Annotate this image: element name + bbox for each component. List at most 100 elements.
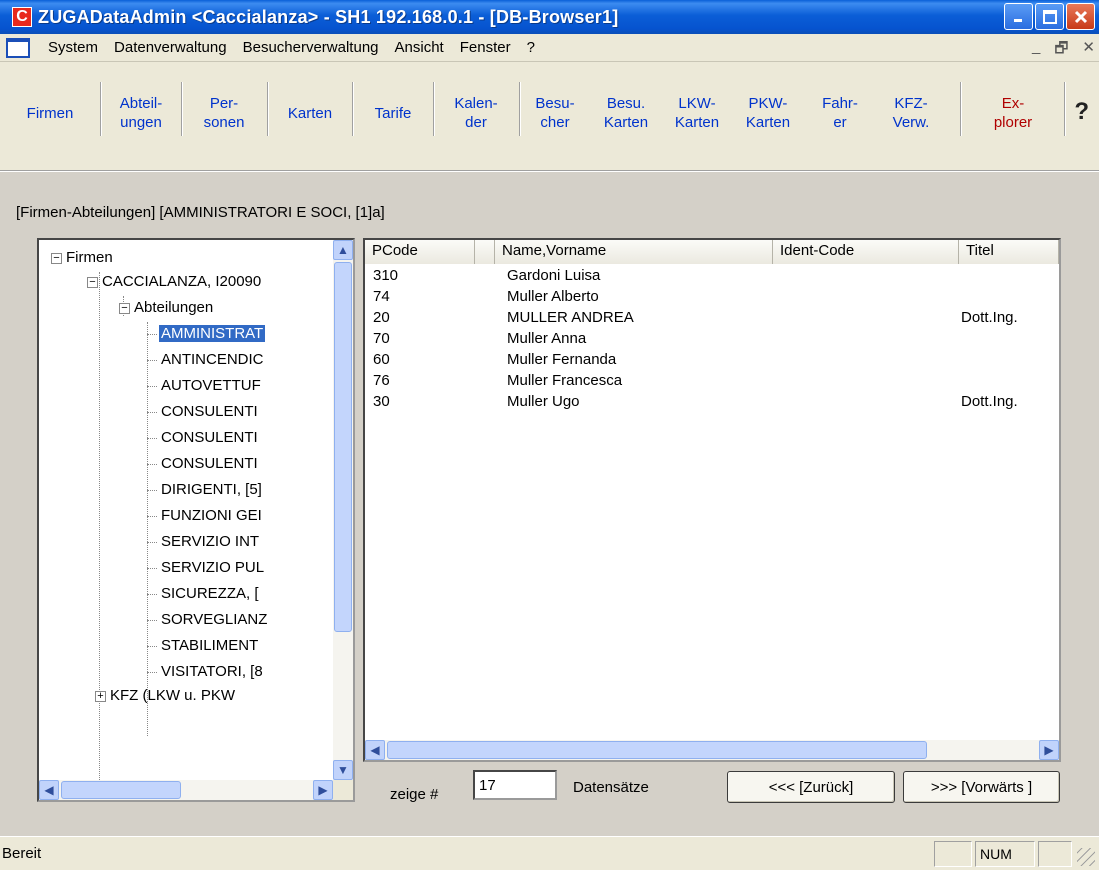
record-list[interactable]: PCode Name,Vorname Ident-Code Titel 310 … [363,238,1061,762]
tree-item-department[interactable]: FUNZIONI GEI [161,504,262,528]
table-row[interactable]: 30 Muller Ugo Dott.Ing. [365,392,1059,413]
cell-pcode: 76 [373,372,390,389]
tree-item-department[interactable]: CONSULENTI [161,426,258,450]
scroll-thumb[interactable] [61,781,181,799]
title-bar[interactable]: C ZUGADataAdmin <Caccialanza> - SH1 192.… [0,0,1099,34]
tree-node-company[interactable]: − CACCIALANZA, I20090 [87,270,261,294]
tree-label-kfz: KFZ (LKW u. PKW [110,687,236,704]
scroll-right-icon[interactable]: ▶ [313,780,333,800]
column-header-titel[interactable]: Titel [959,240,1059,264]
table-row[interactable]: 60 Muller Fernanda [365,350,1059,371]
toolbar-fahrer-button[interactable]: Fahr- er [806,82,874,144]
minimize-icon [1013,18,1022,22]
forward-button[interactable]: >>> [Vorwärts ] [903,771,1060,803]
list-horizontal-scrollbar[interactable]: ◀ ▶ [365,740,1059,760]
menu-system[interactable]: System [40,39,106,56]
column-header-name[interactable]: Name,Vorname [495,240,773,264]
tree-view[interactable]: − Firmen − CACCIALANZA, I20090 − Abteilunge… [37,238,355,802]
tree-label: ANTINCENDIC [161,351,264,368]
cell-pcode: 74 [373,288,390,305]
scroll-thumb[interactable] [334,262,352,632]
close-button[interactable] [1066,3,1095,30]
cell-titel: Dott.Ing. [961,393,1018,410]
menu-besucherverwaltung[interactable]: Besucherverwaltung [235,39,387,56]
mdi-restore-icon[interactable]: 🗗 [1054,38,1068,63]
scroll-up-icon[interactable]: ▲ [333,240,353,260]
tree-horizontal-scrollbar[interactable]: ◀ ▶ [39,780,333,800]
tree-item-department[interactable]: CONSULENTI [161,452,258,476]
toolbar-abteilungen-button[interactable]: Abteil- ungen [104,82,178,144]
scroll-right-icon[interactable]: ▶ [1039,740,1059,760]
document-icon[interactable] [6,37,30,58]
toolbar-besu-karten-button[interactable]: Besu. Karten [590,82,662,144]
tree-item-department[interactable]: CONSULENTI [161,400,258,424]
toolbar-lkw-karten-label: LKW- Karten [674,95,720,131]
expand-icon[interactable]: + [95,690,106,702]
tree-item-department[interactable]: SERVIZIO PUL [161,556,264,580]
toolbar-tarife-button[interactable]: Tarife [355,82,431,144]
tree-item-department[interactable]: SORVEGLIANZ [161,608,267,632]
tree-vertical-scrollbar[interactable]: ▲ ▼ [333,240,353,780]
back-button[interactable]: <<< [Zurück] [727,771,895,803]
tree-item-department[interactable]: ANTINCENDIC [161,348,264,372]
status-pane-num: NUM [975,841,1035,867]
scroll-left-icon[interactable]: ◀ [39,780,59,800]
tree-item-department[interactable]: VISITATORI, [8 [161,660,263,684]
cell-name: Muller Anna [507,330,587,347]
menu-ansicht[interactable]: Ansicht [387,39,452,56]
toolbar-personen-button[interactable]: Per- sonen [184,82,264,144]
record-count-input[interactable] [473,770,557,800]
collapse-icon[interactable]: − [51,252,62,264]
toolbar-karten-button[interactable]: Karten [270,82,350,144]
toolbar-kfz-verw-button[interactable]: KFZ- Verw. [876,82,946,144]
toolbar-explorer-button[interactable]: Ex- plorer [966,82,1060,144]
table-row[interactable]: 74 Muller Alberto [365,287,1059,308]
tree-label: DIRIGENTI, [5] [161,481,262,498]
tree-item-department[interactable]: AUTOVETTUF [161,374,261,398]
toolbar-besucher-button[interactable]: Besu- cher [524,82,586,144]
table-row[interactable]: 70 Muller Anna [365,329,1059,350]
column-header-pcode[interactable]: PCode [365,240,475,264]
tree-item-department[interactable]: AMMINISTRAT [159,322,266,346]
collapse-icon[interactable]: − [119,302,130,314]
scroll-thumb[interactable] [387,741,927,759]
tree-label: SERVIZIO PUL [161,559,265,576]
mdi-minimize-icon[interactable]: _ [1032,38,1040,63]
mdi-close-icon[interactable]: ✕ [1082,38,1095,63]
app-icon[interactable]: C [12,7,32,27]
minimize-button[interactable] [1004,3,1033,30]
status-pane-caps [934,841,972,867]
table-row[interactable]: 20 MULLER ANDREA Dott.Ing. [365,308,1059,329]
tree-label-abteilungen: Abteilungen [134,299,214,316]
maximize-button[interactable] [1035,3,1064,30]
cell-name: Muller Francesca [507,372,623,389]
tree-node-abteilungen[interactable]: − Abteilungen [119,296,213,320]
toolbar-kalender-button[interactable]: Kalen- der [436,82,516,144]
tree-label: CONSULENTI [161,455,258,472]
toolbar-firmen-button[interactable]: Firmen [4,82,96,144]
table-row[interactable]: 76 Muller Francesca [365,371,1059,392]
menu-fenster[interactable]: Fenster [452,39,519,56]
menu-help[interactable]: ? [519,39,543,56]
table-row[interactable]: 310 Gardoni Luisa [365,266,1059,287]
tree-item-department[interactable]: DIRIGENTI, [5] [161,478,262,502]
tree-node-kfz[interactable]: + KFZ (LKW u. PKW [95,684,235,708]
tree-node-firmen[interactable]: − Firmen [51,246,113,270]
column-header-blank[interactable] [475,240,495,264]
status-pane-scroll [1038,841,1072,867]
tree-item-department[interactable]: STABILIMENT [161,634,258,658]
collapse-icon[interactable]: − [87,276,98,288]
window-title: ZUGADataAdmin <Caccialanza> - SH1 192.16… [38,6,619,27]
scroll-left-icon[interactable]: ◀ [365,740,385,760]
help-cursor-icon[interactable]: ? [1074,98,1089,126]
menu-datenverwaltung[interactable]: Datenverwaltung [106,39,235,56]
tree-item-department[interactable]: SICUREZZA, [ [161,582,259,606]
toolbar-pkw-karten-button[interactable]: PKW- Karten [732,82,804,144]
show-label: zeige # [390,786,439,803]
toolbar-lkw-karten-button[interactable]: LKW- Karten [662,82,732,144]
resize-grip-icon[interactable] [1077,848,1095,866]
tree-item-department[interactable]: SERVIZIO INT [161,530,259,554]
column-header-ident-code[interactable]: Ident-Code [773,240,959,264]
status-text: Bereit [2,845,42,862]
scroll-down-icon[interactable]: ▼ [333,760,353,780]
